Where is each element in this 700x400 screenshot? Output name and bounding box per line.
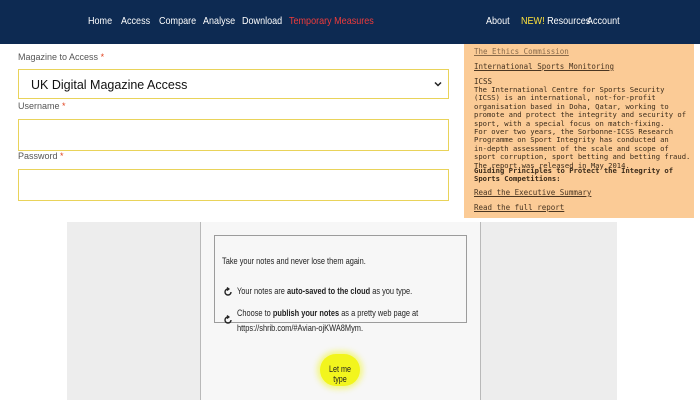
executive-summary-link[interactable]: Read the Executive Summary — [474, 188, 591, 197]
ad-point-bold: auto-saved to the cloud — [286, 286, 371, 297]
ethics-commission-link[interactable]: The Ethics Commission — [474, 47, 569, 56]
ad-point-publish: Choose to publish your notes as a pretty… — [237, 308, 418, 319]
nav-resources-link[interactable]: NEW! Resources — [521, 15, 590, 27]
new-badge: NEW! — [521, 15, 545, 27]
nav-compare-link[interactable]: Compare — [159, 15, 196, 27]
ad-point-text: Choose to — [237, 308, 273, 319]
let-me-type-label: Let me type — [328, 364, 351, 384]
chevron-down-icon — [434, 81, 442, 87]
nav-account-link[interactable]: Account — [587, 15, 620, 27]
cloud-sync-icon — [224, 287, 232, 296]
required-mark: * — [60, 151, 64, 161]
username-label-text: Username — [18, 101, 60, 111]
ad-point-text: as you type. — [370, 286, 413, 297]
top-navigation-bar: Home Access Compare Analyse Download Tem… — [0, 0, 700, 44]
required-mark: * — [100, 52, 105, 62]
username-input[interactable] — [18, 119, 449, 151]
magazine-label: Magazine to Access * — [18, 52, 104, 62]
ad-publish-url: https://shrib.com/#Avian-ojKWA8Mym. — [237, 323, 364, 334]
nav-access-link[interactable]: Access — [121, 15, 150, 27]
required-mark: * — [62, 101, 66, 111]
info-panel: The Ethics Commission International Spor… — [464, 44, 694, 218]
nav-home-link[interactable]: Home — [88, 15, 112, 27]
login-form: Magazine to Access * UK Digital Magazine… — [0, 44, 462, 216]
password-input[interactable] — [18, 169, 449, 201]
password-label-text: Password — [18, 151, 58, 161]
guiding-principles-heading: Guiding Principles to Protect the Integr… — [474, 166, 674, 184]
icss-description: The International Centre for Sports Secu… — [474, 85, 690, 170]
let-me-type-button[interactable]: Let me type — [320, 354, 360, 386]
ad-point-text: Your notes are — [237, 286, 287, 297]
nav-temporary-measures-link[interactable]: Temporary Measures — [289, 15, 374, 27]
magazine-select-value: UK Digital Magazine Access — [31, 78, 188, 92]
nav-download-link[interactable]: Download — [242, 15, 282, 27]
username-label: Username * — [18, 101, 66, 111]
ad-intro-text: Take your notes and never lose them agai… — [222, 256, 366, 267]
magazine-select[interactable]: UK Digital Magazine Access — [18, 69, 449, 99]
sports-monitoring-link[interactable]: International Sports Monitoring — [474, 62, 614, 71]
full-report-link[interactable]: Read the full report — [474, 203, 564, 212]
nav-resources-label: Resources — [547, 15, 591, 27]
ad-point-text: as a pretty web page at — [339, 308, 419, 319]
password-label: Password * — [18, 151, 64, 161]
nav-analyse-link[interactable]: Analyse — [203, 15, 235, 27]
publish-icon — [224, 315, 232, 324]
magazine-label-text: Magazine to Access — [18, 52, 99, 62]
ad-point-autosave: Your notes are auto-saved to the cloud a… — [237, 286, 412, 297]
ad-point-bold: publish your notes — [272, 308, 340, 319]
nav-about-link[interactable]: About — [486, 15, 510, 27]
